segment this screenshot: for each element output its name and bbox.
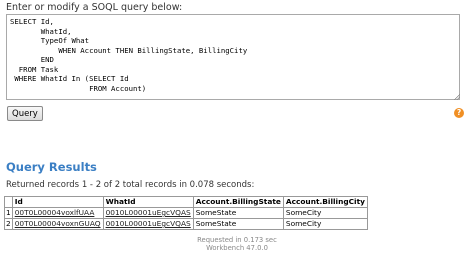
column-header-billing-state: Account.BillingState (192, 196, 284, 208)
results-table: Id WhatId Account.BillingState Account.B… (4, 196, 368, 230)
record-id-link[interactable]: 00T0L00004voxnGUAQ (15, 219, 101, 228)
help-icon[interactable]: ? (454, 108, 464, 118)
billing-city-cell: SomeCity (282, 218, 368, 230)
table-row: 2 00T0L00004voxnGUAQ 0010L00001uEgcVQAS … (4, 218, 368, 230)
billing-city-cell: SomeCity (282, 207, 368, 219)
soql-query-textarea[interactable]: SELECT Id, WhatId, TypeOf What WHEN Acco… (6, 14, 460, 100)
results-header-row: Id WhatId Account.BillingState Account.B… (4, 196, 368, 208)
table-row: 1 00T0L00004voxlfUAA 0010L00001uEgcVQAS … (4, 207, 368, 219)
what-id-link[interactable]: 0010L00001uEgcVQAS (106, 219, 191, 228)
query-results-heading: Query Results (6, 160, 97, 174)
textarea-resize-grip[interactable] (453, 93, 460, 100)
row-number: 1 (4, 207, 13, 219)
query-submit-button[interactable]: Query (7, 106, 43, 121)
what-id-cell: 0010L00001uEgcVQAS (102, 218, 194, 230)
row-number-header (4, 196, 13, 208)
column-header-billing-city: Account.BillingCity (282, 196, 368, 208)
workbench-version-text: Workbench 47.0.0 (206, 244, 268, 252)
billing-state-cell: SomeState (192, 218, 284, 230)
what-id-cell: 0010L00001uEgcVQAS (102, 207, 194, 219)
column-header-id: Id (11, 196, 104, 208)
record-id-cell: 00T0L00004voxlfUAA (11, 207, 104, 219)
request-time-text: Requested in 0.173 sec (197, 236, 277, 244)
column-header-whatid: WhatId (102, 196, 194, 208)
record-id-cell: 00T0L00004voxnGUAQ (11, 218, 104, 230)
results-summary: Returned records 1 - 2 of 2 total record… (6, 180, 255, 190)
query-editor-label: Enter or modify a SOQL query below: (6, 2, 183, 13)
what-id-link[interactable]: 0010L00001uEgcVQAS (106, 208, 191, 217)
row-number: 2 (4, 218, 13, 230)
billing-state-cell: SomeState (192, 207, 284, 219)
record-id-link[interactable]: 00T0L00004voxlfUAA (15, 208, 95, 217)
